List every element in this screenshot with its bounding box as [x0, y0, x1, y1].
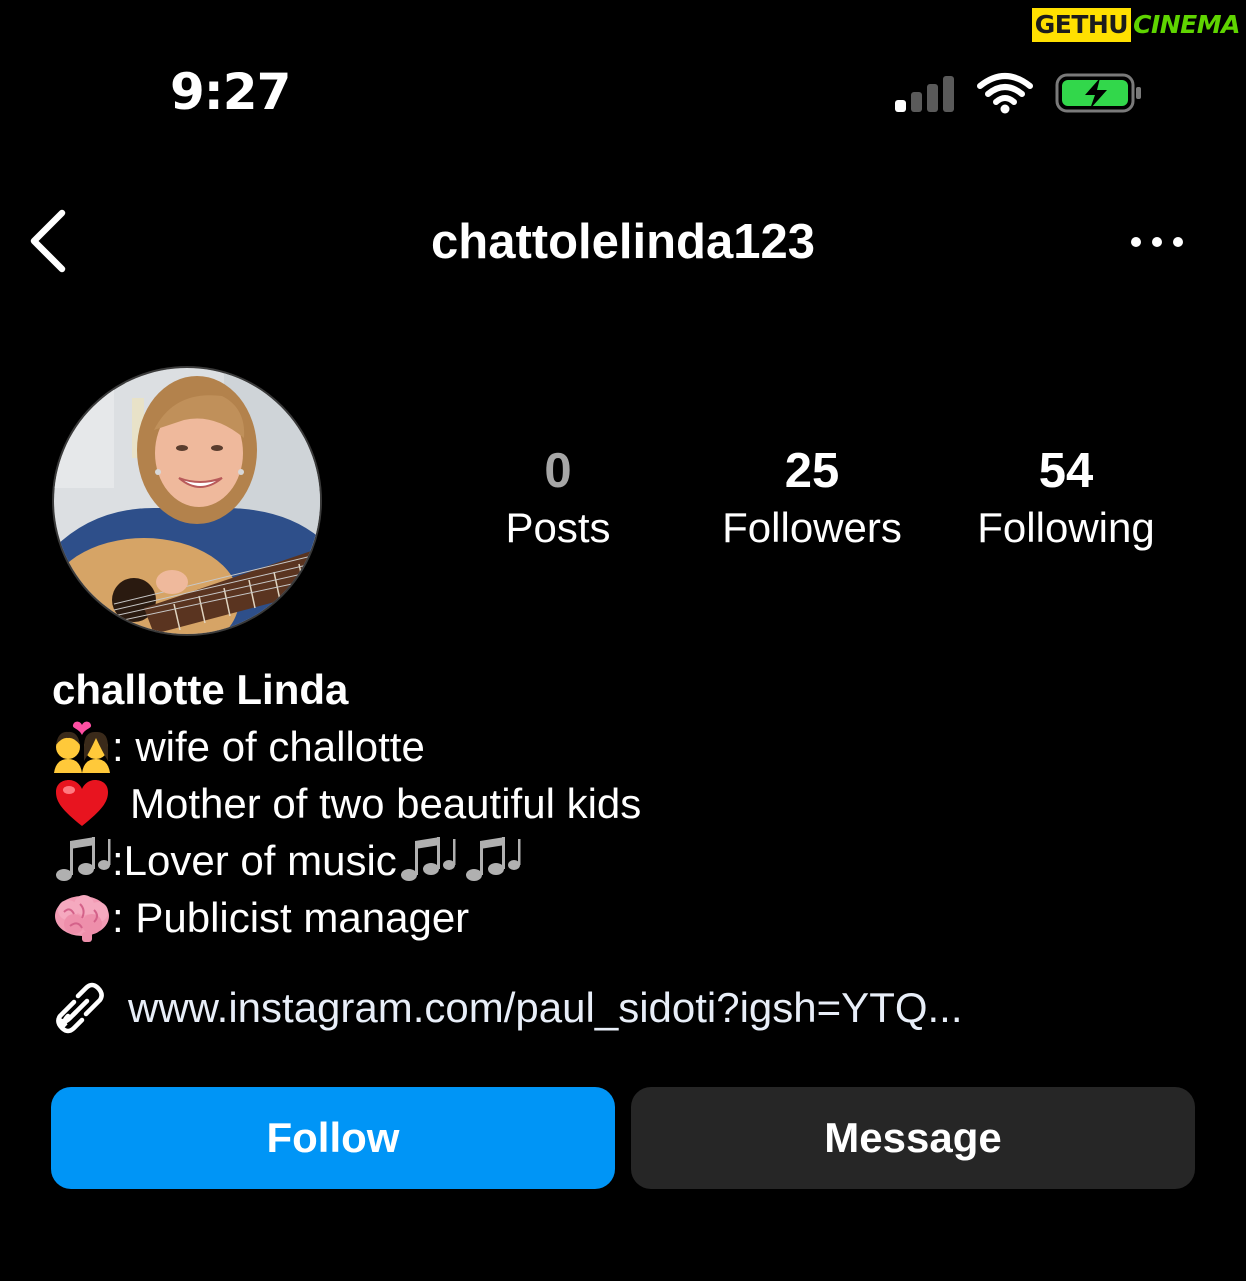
followers-count-value: 25	[784, 444, 840, 498]
musical-notes-icon	[56, 836, 111, 881]
couple-with-heart-icon	[54, 721, 110, 773]
bio-line: Mother of two beautiful kids	[52, 775, 1192, 832]
battery-charging-icon	[1055, 73, 1141, 113]
bio-line-text: Mother of two beautiful kids	[130, 780, 642, 827]
bio-line: : Publicist manager	[52, 889, 1192, 946]
followers-count[interactable]: 25 Followers	[692, 442, 932, 556]
profile-display-name: challotte Linda	[52, 666, 349, 713]
musical-notes-icon	[465, 836, 521, 881]
posts-count-label: Posts	[505, 504, 611, 551]
profile-photo	[54, 368, 320, 634]
bio-line: : wife of challotte	[52, 718, 1192, 775]
cellular-signal-icon	[895, 76, 954, 112]
profile-avatar[interactable]	[52, 366, 322, 636]
more-options-button[interactable]	[1126, 222, 1188, 262]
message-button[interactable]: Message	[631, 1087, 1195, 1189]
profile-link[interactable]: www.instagram.com/paul_sidoti?igsh=YTQ..…	[52, 978, 963, 1038]
bio-line: :Lover of music	[52, 832, 1192, 889]
red-heart-icon	[56, 779, 108, 826]
profile-bio: challotte Linda : wife of challotte Moth…	[52, 662, 1192, 946]
bio-line-text: : Publicist manager	[112, 894, 470, 941]
profile-username: chattolelinda123	[431, 215, 815, 269]
musical-notes-icon	[400, 836, 456, 881]
following-count-value: 54	[1038, 444, 1094, 498]
brain-icon	[55, 894, 109, 942]
watermark-part-2: CINEMA	[1133, 10, 1240, 39]
watermark-part-1: GETHU	[1031, 8, 1132, 42]
profile-link-text: www.instagram.com/paul_sidoti?igsh=YTQ..…	[128, 984, 963, 1031]
follow-button[interactable]: Follow	[51, 1087, 615, 1189]
posts-count[interactable]: 0 Posts	[458, 442, 658, 556]
posts-count-value: 0	[544, 444, 572, 498]
followers-count-label: Followers	[722, 504, 902, 551]
following-count[interactable]: 54 Following	[946, 442, 1186, 556]
following-count-label: Following	[977, 504, 1155, 551]
status-time: 9:27	[170, 63, 291, 121]
bio-line-text: :Lover of music	[112, 837, 397, 884]
link-icon	[56, 982, 104, 1034]
bio-line-text: : wife of challotte	[112, 723, 425, 770]
wifi-icon	[977, 73, 1033, 114]
watermark-logo: GETHU CINEMA	[1031, 8, 1240, 42]
